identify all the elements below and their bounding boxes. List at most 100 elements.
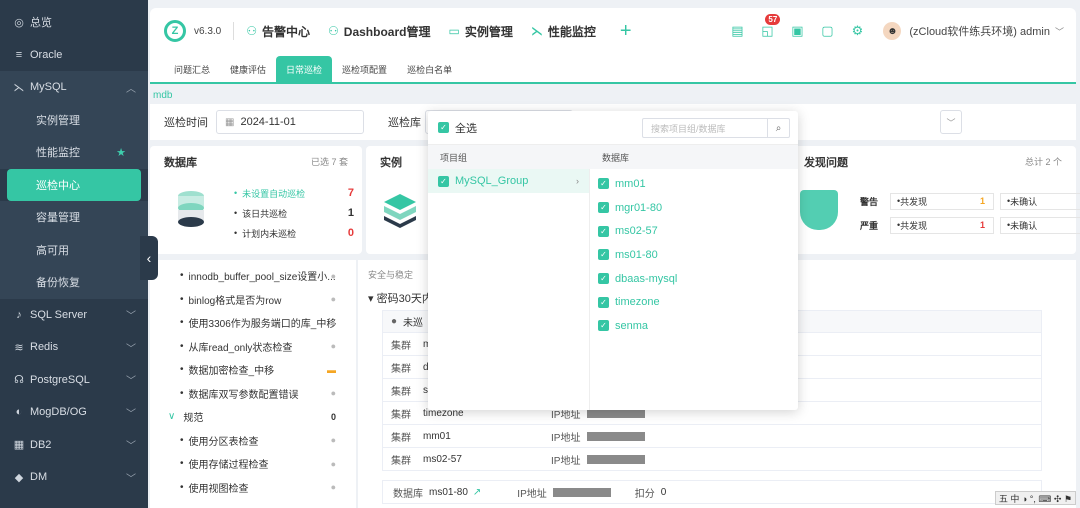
tab-inspection-config[interactable]: 巡检项配置 <box>332 56 397 82</box>
sidebar-item-sqlserver[interactable]: ♪ SQL Server ﹀ <box>0 299 148 332</box>
nav-instance-mgmt[interactable]: ▭ 实例管理 <box>448 23 512 40</box>
database-option[interactable]: ✓ mgr01-80 <box>590 196 798 220</box>
sidebar-item-oracle[interactable]: ≡ Oracle <box>0 39 148 72</box>
sidebar-item-dm[interactable]: ◆ DM ﹀ <box>0 461 148 494</box>
sidebar-item-capacity[interactable]: 容量管理 <box>0 201 148 234</box>
database-option[interactable]: ✓ ms02-57 <box>590 219 798 243</box>
gear-icon[interactable]: ⚙ <box>849 23 865 39</box>
check-item[interactable]: • 数据库双写参数配置错误 ● <box>150 382 356 406</box>
add-tab-button[interactable]: + <box>620 20 632 43</box>
database-list: ✓ mm01 ✓ mgr01-80 ✓ ms02-57 ✓ ms01-80 ✓ dbaas… <box>590 169 798 410</box>
external-link-icon[interactable]: ↗ <box>473 487 481 498</box>
clipboard-icon[interactable]: ▣ <box>789 23 805 39</box>
search-input[interactable]: 搜索项目组/数据库 ⌕ <box>642 118 790 138</box>
found-count[interactable]: • 共发现 1 <box>890 192 994 210</box>
ime-toolbar[interactable]: 五 中 ◑ °, ⌨ ✣ ⚑ <box>994 491 1076 505</box>
card-title: 数据库 <box>164 157 197 169</box>
nav-dashboard-mgmt[interactable]: ⚇ Dashboard管理 <box>328 23 430 40</box>
unconfirmed-count[interactable]: • 未确认0 <box>1000 216 1080 234</box>
search-icon[interactable]: ⌕ <box>767 119 789 137</box>
dropdown-header: 项目组 数据库 <box>428 145 798 169</box>
chevron-down-icon[interactable]: ﹀ <box>940 110 962 134</box>
unconfirmed-count[interactable]: • 未确认0 <box>1000 192 1080 210</box>
redacted-ip <box>587 431 645 441</box>
chevron-down-icon[interactable]: ﹀ <box>1055 25 1064 38</box>
tab-inspection-whitelist[interactable]: 巡检白名单 <box>397 56 462 82</box>
nav-performance[interactable]: ⋋ 性能监控 <box>531 23 596 40</box>
check-group-standards[interactable]: ∨ 规范 0 <box>150 405 356 429</box>
document-icon[interactable]: ▤ <box>729 23 745 39</box>
card-title: 实例 <box>380 157 402 169</box>
check-item[interactable]: • 使用分区表检查 ● <box>150 429 356 453</box>
stat-inspected-today[interactable]: • 该日共巡检 1 <box>234 204 354 222</box>
sidebar-item-backup[interactable]: 备份恢复 <box>0 266 148 299</box>
database-option[interactable]: ✓ senma <box>590 314 798 338</box>
sidebar-item-postgresql[interactable]: ☊ PostgreSQL ﹀ <box>0 364 148 397</box>
user-menu[interactable]: (zCloud软件练兵环境) admin <box>909 23 1050 39</box>
stat-no-auto-inspection[interactable]: • 未设置自动巡检 7 <box>234 184 354 202</box>
project-group-item[interactable]: ✓ MySQL_Group › <box>428 169 589 193</box>
checkbox[interactable]: ✓ <box>598 225 609 237</box>
check-item[interactable]: • innodb_buffer_pool_size设置小... ● <box>150 264 356 288</box>
problems-card: 发现问题 总计 2 个 警告 • 共发现1 • 未确认0 严重 • 共发现1 •… <box>790 146 1080 254</box>
select-all-checkbox[interactable]: ✓ <box>438 122 449 133</box>
sidebar-item-instance-mgmt[interactable]: 实例管理 <box>0 103 148 136</box>
nav-alert-center[interactable]: ⚇ 告警中心 <box>246 23 310 40</box>
sidebar-item-mysql[interactable]: ⋋ MySQL ︿ <box>0 71 148 104</box>
instance-stack-icon <box>384 194 416 228</box>
check-item[interactable]: • 使用视图检查 ● <box>150 476 356 500</box>
sidebar-item-redis[interactable]: ≋ Redis ﹀ <box>0 331 148 364</box>
checkbox[interactable]: ✓ <box>598 273 609 285</box>
star-icon[interactable]: ★ <box>116 146 126 159</box>
check-item[interactable]: • 使用3306作为服务端口的库_中移 ● <box>150 311 356 335</box>
tab-daily-inspection[interactable]: 日常巡检 <box>276 56 333 82</box>
database-option[interactable]: ✓ dbaas-mysql <box>590 267 798 291</box>
tab-health-assessment[interactable]: 健康评估 <box>220 56 276 82</box>
check-item[interactable]: • 从库read_only状态检查 ● <box>150 335 356 359</box>
sidebar-item-ha[interactable]: 高可用 <box>0 233 148 266</box>
card-title: 发现问题 <box>804 157 848 169</box>
checkbox[interactable]: ✓ <box>598 320 609 332</box>
checkbox[interactable]: ✓ <box>598 249 609 261</box>
chevron-left-icon: ‹ <box>146 250 152 266</box>
zcloud-logo[interactable]: Z <box>164 20 186 42</box>
problem-row-critical: 严重 • 共发现1 • 未确认0 <box>860 216 1080 234</box>
inspection-time-label: 巡检时间 <box>164 117 208 129</box>
database-option[interactable]: ✓ mm01 <box>590 172 798 196</box>
avatar[interactable]: ☻ <box>883 22 902 40</box>
notification-icon[interactable]: ◱ 57 <box>759 14 781 39</box>
section-title[interactable]: ▾ 密码30天内 <box>368 290 433 306</box>
monitor-icon[interactable]: ▢ <box>819 23 835 39</box>
table-row: 集群 mm01 IP地址 <box>382 425 1042 448</box>
checkbox[interactable]: ✓ <box>598 178 609 190</box>
checkbox[interactable]: ✓ <box>598 296 609 308</box>
found-count[interactable]: • 共发现 1 <box>890 216 994 234</box>
top-navbar: Z v6.3.0 ⚇ 告警中心 ⚇ Dashboard管理 ▭ 实例管理 ⋋ 性能监控 … <box>150 8 1076 54</box>
chevron-down-icon: ﹀ <box>126 473 136 485</box>
sidebar-item-inspection-center[interactable]: 巡检中心 <box>7 168 141 201</box>
date-picker[interactable]: ▦ 2024-11-01 <box>216 110 364 134</box>
check-item[interactable]: • 数据加密检查_中移 ▬ <box>150 358 356 382</box>
database-option[interactable]: ✓ ms01-80 <box>590 243 798 267</box>
selected-count: 已选 7 套 <box>310 157 348 167</box>
group-checkbox[interactable]: ✓ <box>438 175 449 187</box>
sidebar-item-db2[interactable]: ▦ DB2 ﹀ <box>0 429 148 462</box>
collapse-sidebar-button[interactable]: ‹ <box>140 236 158 280</box>
sidebar-item-performance[interactable]: 性能监控 ★ <box>0 136 148 169</box>
database-card: 数据库 已选 7 套 • 未设置自动巡检 7 • 该日共巡检 1 • 计划内未巡检 0 <box>150 146 362 254</box>
check-item[interactable]: • binlog格式是否为row ● <box>150 288 356 312</box>
sidebar-item-mogdb[interactable]: ◐ MogDB/OG ﹀ <box>0 396 148 429</box>
breadcrumb: mdb <box>153 90 173 101</box>
select-all-label[interactable]: 全选 <box>455 120 477 136</box>
stat-planned-not-inspected[interactable]: • 计划内未巡检 0 <box>234 224 354 242</box>
dm-icon: ◆ <box>14 471 24 484</box>
redis-icon: ≋ <box>14 341 24 354</box>
inspection-lib-label: 巡检库 <box>388 117 421 129</box>
tab-problem-summary[interactable]: 问题汇总 <box>164 56 220 82</box>
sidebar-item-overview[interactable]: ◎ 总览 <box>0 6 148 39</box>
checkbox[interactable]: ✓ <box>598 202 609 214</box>
category-label: 安全与稳定 <box>368 270 414 280</box>
check-item[interactable]: • 使用存储过程检查 ● <box>150 452 356 476</box>
database-option[interactable]: ✓ timezone <box>590 290 798 314</box>
alert-icon: ⚇ <box>246 24 258 38</box>
